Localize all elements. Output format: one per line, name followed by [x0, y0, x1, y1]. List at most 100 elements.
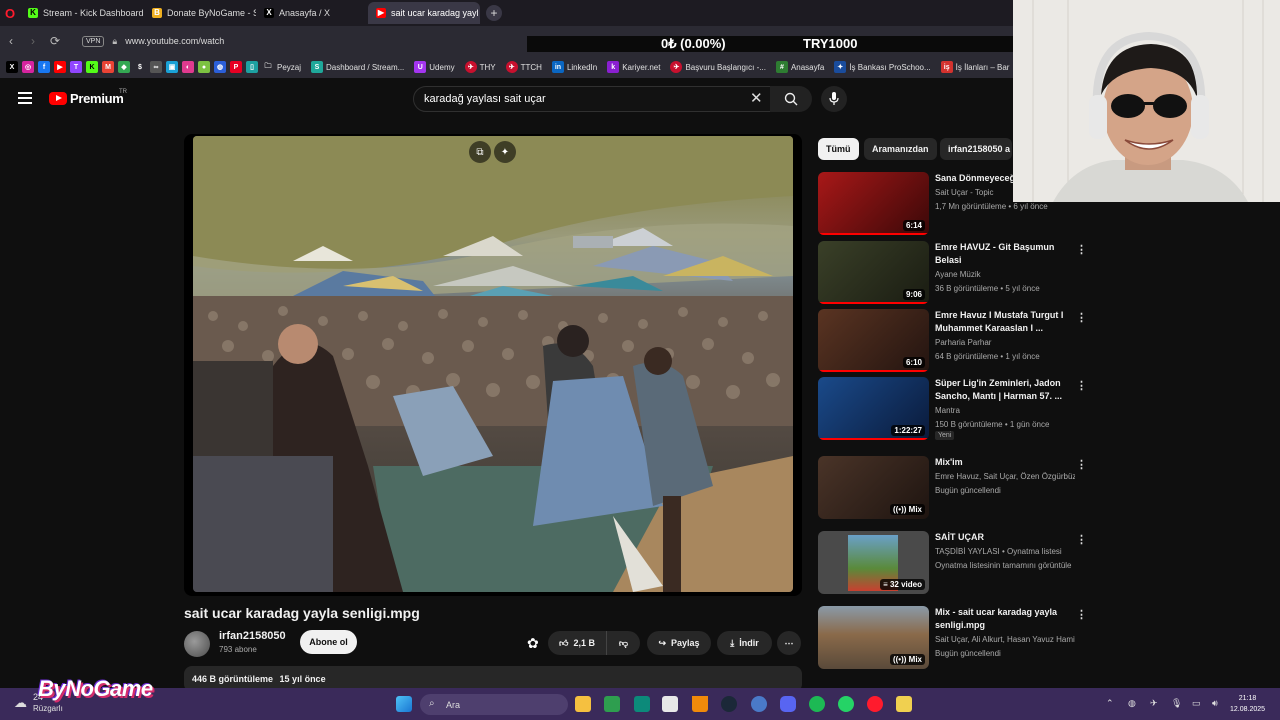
reload-icon[interactable]: ⟳ [44, 34, 66, 48]
vlc-icon[interactable] [692, 696, 708, 712]
kick-bookmark-icon[interactable]: K [86, 61, 98, 73]
app-teal-icon[interactable] [634, 696, 650, 712]
bookmark-linkedin[interactable]: in LinkedIn [551, 61, 597, 73]
bookmark-anasayfa[interactable]: # Anasayfa [775, 61, 824, 73]
recommendation-item[interactable]: ≡ 32 video SAİT UÇAR TAŞDİBİ YAYLASI • O… [818, 531, 1088, 595]
chip-from-search[interactable]: Aramanızdan [864, 138, 937, 160]
chip-channel[interactable]: irfan2158050 a [940, 138, 1012, 160]
chip-all[interactable]: Tümü [818, 138, 859, 160]
circle-bookmark-icon[interactable]: ● [198, 61, 210, 73]
vpn-badge[interactable]: VPN [82, 35, 105, 47]
tab-kick[interactable]: K Stream - Kick Dashboard [20, 2, 144, 24]
pinterest-bookmark-icon[interactable]: P [230, 61, 242, 73]
x-bookmark-icon[interactable]: X [6, 61, 18, 73]
sparkle-icon[interactable]: ✿ [527, 635, 539, 652]
more-options-icon[interactable]: ⋮ [1076, 243, 1087, 256]
gmail-bookmark-icon[interactable]: M [102, 61, 114, 73]
mix-badge: ((•)) Mix [889, 654, 925, 665]
app-bookmark-icon[interactable]: ▣ [166, 61, 178, 73]
recommendation-item[interactable]: 6:10 Emre Havuz I Mustafa Turgut I Muham… [818, 309, 1088, 373]
facebook-bookmark-icon[interactable]: f [38, 61, 50, 73]
whatsapp-icon[interactable] [838, 696, 854, 712]
recommendation-title: Mix'im [935, 457, 963, 467]
more-actions-button[interactable]: ⋯ [777, 631, 801, 655]
voice-search-button[interactable] [821, 86, 847, 112]
recommendation-item[interactable]: 1:22:27 Süper Lig'in Zeminleri, Jadon Sa… [818, 377, 1088, 441]
opera-taskbar-icon[interactable] [867, 696, 883, 712]
discord-icon[interactable] [780, 696, 796, 712]
search-button[interactable] [770, 86, 812, 112]
dollar-bookmark-icon[interactable]: $ [134, 61, 146, 73]
more-options-icon[interactable]: ⋮ [1076, 533, 1087, 546]
app-green-icon[interactable] [604, 696, 620, 712]
globe-bookmark-icon[interactable]: ◍ [214, 61, 226, 73]
subscribe-button[interactable]: Abone ol [300, 630, 357, 654]
tray-volume-icon[interactable]: 🔊︎ [1212, 698, 1218, 709]
app-white-icon[interactable] [662, 696, 678, 712]
more-options-icon[interactable]: ⋮ [1076, 458, 1087, 471]
instagram-bookmark-icon[interactable]: ◎ [22, 61, 34, 73]
new-tab-button[interactable]: + [486, 5, 502, 21]
ticket-bookmark-icon[interactable]: ◐ [182, 61, 194, 73]
clear-search-icon[interactable]: ✕ [750, 89, 763, 107]
menu-icon[interactable] [18, 92, 32, 104]
download-button[interactable]: ⤓ İndir [717, 631, 772, 655]
bookmark-thy[interactable]: ✈ THY [464, 61, 496, 73]
bookmark-kariyer[interactable]: k Kariyer.net [607, 61, 660, 73]
tray-app-icon[interactable]: ◍ [1128, 698, 1136, 709]
tray-display-icon[interactable]: ▭ [1192, 698, 1201, 709]
recommendation-item[interactable]: 9:06 Emre HAVUZ - Git Başumun Belasi Aya… [818, 241, 1088, 305]
more-options-icon[interactable]: ⋮ [1076, 311, 1087, 324]
lock-icon: 🔒︎ [112, 35, 118, 46]
bookmark-dashboard[interactable]: S Dashboard / Stream... [311, 61, 404, 73]
channel-name[interactable]: irfan2158050 [219, 630, 286, 642]
app-yellow-icon[interactable] [896, 696, 912, 712]
search-icon [784, 92, 798, 106]
app-circle-icon[interactable] [751, 696, 767, 712]
video-player[interactable]: ⧉ ✦ [184, 134, 802, 596]
bookmark-is-ilanlari[interactable]: iş İş İlanları – Bar [940, 61, 1009, 73]
tab-x[interactable]: X Anasayfa / X [256, 2, 368, 24]
recommendation-item[interactable]: ((•)) Mix Mix'im Emre Havuz, Sait Uçar, … [818, 456, 1088, 520]
bookmark-isbankasi[interactable]: ✦ İş Bankası ProSchoo... [834, 61, 931, 73]
video-thumbnail: ((•)) Mix [818, 456, 929, 519]
channel-avatar[interactable] [184, 631, 210, 657]
bookmark-basvuru[interactable]: ✈ Başvuru Başlangıcı -... [670, 61, 766, 73]
tab-youtube[interactable]: ▶ sait ucar karadag yayl [368, 2, 480, 24]
video-duration: 1:22:27 [891, 425, 925, 436]
forward-icon[interactable]: › [22, 34, 44, 48]
more-options-icon[interactable]: ⋮ [1076, 608, 1087, 621]
bookmark-udemy[interactable]: U Udemy [414, 61, 455, 73]
steam-icon[interactable] [721, 696, 737, 712]
back-icon[interactable]: ‹ [0, 34, 22, 48]
recommendation-item[interactable]: ((•)) Mix Mix - sait ucar karadag yayla … [818, 606, 1088, 670]
youtube-logo[interactable]: Premium [49, 91, 124, 106]
bookmark-ttch[interactable]: ✈ TTCH [505, 61, 542, 73]
twitch-bookmark-icon[interactable]: T [70, 61, 82, 73]
tray-chevron-icon[interactable]: ⌃ [1106, 698, 1114, 709]
dislike-button[interactable]: 👎︎ [606, 631, 640, 655]
url-field[interactable]: www.youtube.com/watch [125, 36, 224, 46]
tray-network-icon[interactable]: ✈ [1150, 698, 1158, 709]
phone-bookmark-icon[interactable]: ▯ [246, 61, 258, 73]
like-button[interactable]: 👍︎ 2,1 B [548, 631, 606, 655]
recommendation-meta: Oynatma listesinin tamamını görüntüle [935, 561, 1072, 570]
taskbar-clock[interactable]: 21:18 12.08.2025 [1230, 693, 1265, 715]
miniplayer-button[interactable]: ⧉ [469, 141, 491, 163]
opera-logo-icon[interactable]: O [0, 0, 20, 26]
spotify-icon[interactable] [809, 696, 825, 712]
share-button[interactable]: ↪ Paylaş [647, 631, 711, 655]
windows-start-icon[interactable] [396, 696, 412, 712]
taskbar-search[interactable]: ⌕ Ara [420, 694, 568, 715]
file-explorer-icon[interactable] [575, 696, 591, 712]
link-bookmark-icon[interactable]: ∞ [150, 61, 162, 73]
maps-bookmark-icon[interactable]: ◆ [118, 61, 130, 73]
tab-bynogame[interactable]: B Donate ByNoGame - Stre [144, 2, 256, 24]
more-options-icon[interactable]: ⋮ [1076, 379, 1087, 392]
bookmark-peyzaj[interactable]: 🗀︎ Peyzaj [262, 61, 302, 73]
recommendation-channel: Mantra [935, 406, 960, 415]
search-input[interactable]: karadağ yaylası sait uçar [413, 86, 771, 112]
youtube-bookmark-icon[interactable]: ▶ [54, 61, 66, 73]
ai-enhance-button[interactable]: ✦ [494, 141, 516, 163]
tray-mic-icon[interactable]: 🎙︎ [1171, 698, 1182, 709]
